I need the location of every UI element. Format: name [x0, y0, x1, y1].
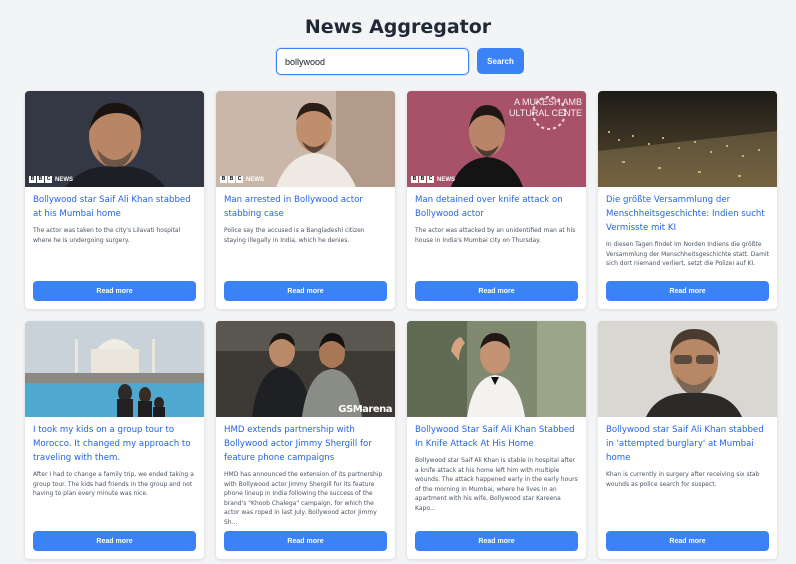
- article-description: Bollywood star Saif Ali Khan is stable i…: [415, 457, 578, 512]
- article-card: Bollywood star Saif Ali Khan stabbed in …: [598, 321, 777, 559]
- article-grid: BBC NEWS Bollywood star Saif Ali Khan st…: [25, 91, 777, 559]
- article-description: After I had to change a family trip, we …: [33, 471, 194, 498]
- article-card: Bollywood Star Saif Ali Khan Stabbed In …: [407, 321, 586, 559]
- article-card: Die größte Versammlung der Menschheitsge…: [598, 91, 777, 309]
- search-bar: Search: [276, 48, 524, 75]
- article-description: The actor was attacked by an unidentifie…: [415, 227, 576, 244]
- read-more-button[interactable]: Read more: [415, 281, 578, 301]
- page-title: News Aggregator: [304, 16, 492, 38]
- image-caption: A MUKESH AMB ULTURAL CENTE: [508, 97, 582, 118]
- read-more-button[interactable]: Read more: [224, 531, 387, 551]
- article-description: Police say the accused is a Bangladeshi …: [224, 227, 365, 244]
- article-description: Khan is currently in surgery after recei…: [606, 471, 760, 488]
- search-button[interactable]: Search: [477, 48, 524, 74]
- gsmarena-logo: GSMarena: [338, 404, 392, 415]
- read-more-button[interactable]: Read more: [606, 281, 769, 301]
- article-image[interactable]: BBC NEWS: [25, 91, 204, 187]
- article-description: In diesen Tagen findet im Norden Indiens…: [606, 241, 769, 268]
- article-image[interactable]: GSMarena: [216, 321, 395, 417]
- bbc-news-logo: BBC NEWS: [220, 176, 264, 183]
- article-card: GSMarena HMD extends partnership with Bo…: [216, 321, 395, 559]
- bbc-news-logo: BBC NEWS: [29, 176, 73, 183]
- article-card: A MUKESH AMB ULTURAL CENTE BBC NEWS Man …: [407, 91, 586, 309]
- article-title[interactable]: Bollywood star Saif Ali Khan stabbed at …: [25, 187, 204, 221]
- article-image[interactable]: [407, 321, 586, 417]
- article-image[interactable]: BBC NEWS: [216, 91, 395, 187]
- read-more-button[interactable]: Read more: [224, 281, 387, 301]
- search-input[interactable]: [276, 48, 469, 75]
- article-title[interactable]: HMD extends partnership with Bollywood a…: [216, 417, 395, 465]
- article-description: The actor was taken to the city's Lilava…: [33, 227, 181, 244]
- article-card: BBC NEWS Bollywood star Saif Ali Khan st…: [25, 91, 204, 309]
- bbc-news-logo: BBC NEWS: [411, 176, 455, 183]
- read-more-button[interactable]: Read more: [415, 531, 578, 551]
- article-title[interactable]: Die größte Versammlung der Menschheitsge…: [598, 187, 777, 235]
- article-title[interactable]: Man detained over knife attack on Bollyw…: [407, 187, 586, 221]
- article-description: HMD has announced the extension of its p…: [224, 471, 383, 526]
- article-title[interactable]: Bollywood Star Saif Ali Khan Stabbed In …: [407, 417, 586, 451]
- article-title[interactable]: I took my kids on a group tour to Morocc…: [25, 417, 204, 465]
- read-more-button[interactable]: Read more: [606, 531, 769, 551]
- read-more-button[interactable]: Read more: [33, 281, 196, 301]
- article-card: BBC NEWS Man arrested in Bollywood actor…: [216, 91, 395, 309]
- read-more-button[interactable]: Read more: [33, 531, 196, 551]
- article-image[interactable]: [598, 321, 777, 417]
- article-image[interactable]: A MUKESH AMB ULTURAL CENTE BBC NEWS: [407, 91, 586, 187]
- article-title[interactable]: Bollywood star Saif Ali Khan stabbed in …: [598, 417, 777, 465]
- article-title[interactable]: Man arrested in Bollywood actor stabbing…: [216, 187, 395, 221]
- article-card: I took my kids on a group tour to Morocc…: [25, 321, 204, 559]
- article-image[interactable]: [25, 321, 204, 417]
- article-image[interactable]: [598, 91, 777, 187]
